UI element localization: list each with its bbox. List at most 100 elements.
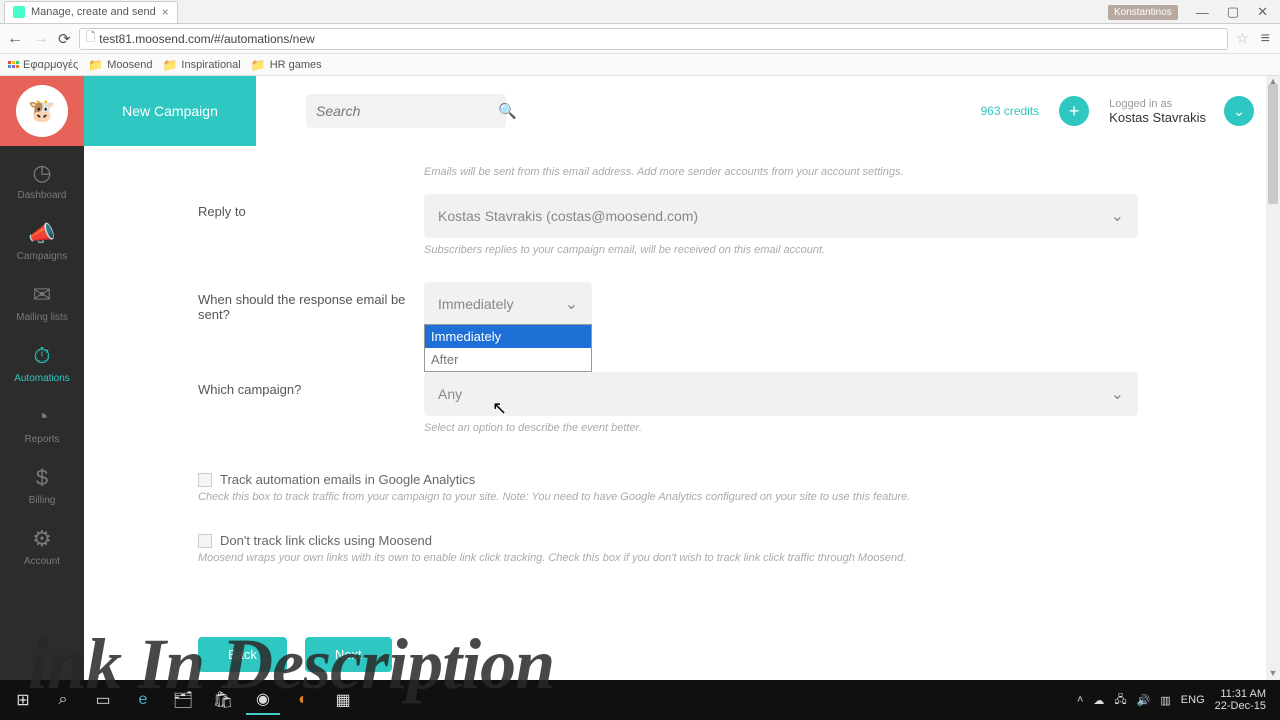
when-option-after[interactable]: After xyxy=(425,348,591,371)
notifications-icon[interactable]: ▥ xyxy=(1160,694,1170,707)
sidebar-item-label: Dashboard xyxy=(0,190,84,201)
window-minimize-icon[interactable]: — xyxy=(1196,5,1209,20)
when-dropdown: Immediately After xyxy=(424,324,592,372)
ga-checkbox[interactable] xyxy=(198,473,212,487)
reply-to-value: Kostas Stavrakis (costas@moosend.com) xyxy=(438,208,698,224)
folder-icon: 📁 xyxy=(251,58,266,72)
dollar-icon: $ xyxy=(0,465,84,491)
reload-icon[interactable]: ⟳ xyxy=(58,30,71,48)
search-input[interactable] xyxy=(316,103,498,119)
clock-icon: ◔ xyxy=(0,404,84,430)
dont-track-help: Moosend wraps your own links with its ow… xyxy=(198,552,1250,564)
content-area: Emails will be sent from this email addr… xyxy=(168,146,1280,680)
sidebar-item-label: Mailing lists xyxy=(0,312,84,323)
page-icon: 🗋 xyxy=(86,28,96,49)
window-maximize-icon[interactable]: ▢ xyxy=(1227,4,1239,20)
sidebar: 🐮 ◷ Dashboard 📣Campaigns ✉ Mailing lists ⏱… xyxy=(0,76,84,680)
tab-close-icon[interactable]: × xyxy=(162,5,169,19)
ga-help: Check this box to track traffic from you… xyxy=(198,491,1250,503)
volume-icon[interactable]: 🔊 xyxy=(1137,694,1151,707)
browser-menu-icon[interactable]: ≡ xyxy=(1257,30,1274,48)
bookmark-star-icon[interactable]: ☆ xyxy=(1236,30,1249,47)
bookmark-moosend[interactable]: 📁Moosend xyxy=(88,58,152,72)
explorer-icon[interactable]: 🗂 xyxy=(166,685,200,715)
sidebar-item-campaigns[interactable]: 📣Campaigns xyxy=(0,207,84,268)
sidebar-item-mailing-lists[interactable]: ✉ Mailing lists xyxy=(0,268,84,329)
apps-button[interactable]: Εφαρμογές xyxy=(8,59,78,71)
sidebar-item-billing[interactable]: $ Billing xyxy=(0,451,84,512)
chevron-down-icon: ⌄ xyxy=(565,294,578,314)
new-campaign-button[interactable]: New Campaign xyxy=(84,76,256,146)
back-icon[interactable]: ← xyxy=(6,30,24,48)
forward-icon: → xyxy=(32,30,50,48)
browser-toolbar: ← → ⟳ 🗋 test81.moosend.com/#/automations… xyxy=(0,24,1280,54)
dont-track-label: Don't track link clicks using Moosend xyxy=(220,533,432,548)
reply-to-select[interactable]: Kostas Stavrakis (costas@moosend.com) ⌄ xyxy=(424,194,1138,238)
when-label: When should the response email be sent? xyxy=(198,282,424,322)
tray-up-icon[interactable]: ˄ xyxy=(1077,694,1083,706)
onedrive-icon[interactable]: ☁ xyxy=(1093,694,1104,707)
search-icon[interactable]: 🔍 xyxy=(498,102,517,120)
edge-icon[interactable]: e xyxy=(126,685,160,715)
sidebar-item-automations[interactable]: ⏱Automations xyxy=(0,329,84,390)
chevron-down-icon: ⌄ xyxy=(1111,206,1124,226)
bookmark-inspirational[interactable]: 📁Inspirational xyxy=(162,58,240,72)
search-box[interactable]: 🔍 xyxy=(306,94,506,128)
address-bar[interactable]: 🗋 test81.moosend.com/#/automations/new xyxy=(79,28,1229,50)
apps-label: Εφαρμογές xyxy=(23,59,78,71)
sidebar-item-account[interactable]: ⚙ Account xyxy=(0,512,84,573)
ga-label: Track automation emails in Google Analyt… xyxy=(220,472,475,487)
bookmark-bar: Εφαρμογές 📁Moosend 📁Inspirational 📁HR ga… xyxy=(0,54,1280,76)
sidebar-item-dashboard[interactable]: ◷ Dashboard xyxy=(0,146,84,207)
folder-icon: 📁 xyxy=(88,58,103,72)
sidebar-item-label: Billing xyxy=(0,495,84,506)
chrome-icon[interactable]: ◉ xyxy=(246,685,280,715)
clock[interactable]: 11:31 AM 22-Dec-15 xyxy=(1215,688,1266,712)
language-indicator[interactable]: ENG xyxy=(1181,694,1205,706)
back-button[interactable]: Back xyxy=(198,637,287,672)
window-close-icon[interactable]: ✕ xyxy=(1257,4,1268,20)
chevron-down-icon: ⌄ xyxy=(1111,384,1124,404)
firefox-icon[interactable]: ◐ xyxy=(286,685,320,715)
sidebar-item-label: Automations xyxy=(0,373,84,384)
when-option-immediately[interactable]: Immediately xyxy=(425,325,591,348)
network-icon[interactable]: 🖧 xyxy=(1114,691,1126,710)
start-button[interactable]: ⊞ xyxy=(6,685,40,715)
tab-favicon xyxy=(13,6,25,18)
when-value: Immediately xyxy=(438,296,513,312)
campaign-select[interactable]: Any ⌄ xyxy=(424,372,1138,416)
date-text: 22-Dec-15 xyxy=(1215,700,1266,712)
search-taskbar-icon[interactable]: ⌕ xyxy=(46,685,80,715)
browser-tab[interactable]: Manage, create and send × xyxy=(4,1,178,23)
add-button[interactable]: + xyxy=(1059,96,1089,126)
sidebar-item-reports[interactable]: ◔Reports xyxy=(0,390,84,451)
bookmark-label: Inspirational xyxy=(181,59,240,71)
logo[interactable]: 🐮 xyxy=(0,76,84,146)
user-dropdown-icon[interactable]: ⌄ xyxy=(1224,96,1254,126)
envelope-icon: ✉ xyxy=(0,282,84,308)
logo-icon: 🐮 xyxy=(16,85,68,137)
campaign-value: Any xyxy=(438,386,462,402)
reply-to-help: Subscribers replies to your campaign ema… xyxy=(424,244,1138,256)
when-select[interactable]: Immediately ⌄ xyxy=(424,282,592,326)
credits-label[interactable]: 963 credits xyxy=(980,104,1039,118)
reply-to-label: Reply to xyxy=(198,194,424,219)
gauge-icon: ◷ xyxy=(0,160,84,186)
topbar: New Campaign 🔍 963 credits + Logged in a… xyxy=(84,76,1268,146)
chrome-user-badge[interactable]: Konstantinos xyxy=(1108,5,1178,20)
next-button[interactable]: Next xyxy=(305,637,392,672)
dont-track-checkbox[interactable] xyxy=(198,534,212,548)
app-icon[interactable]: ▦ xyxy=(326,685,360,715)
time-text: 11:31 AM xyxy=(1215,688,1266,700)
url-text: test81.moosend.com/#/automations/new xyxy=(99,32,314,46)
bookmark-label: HR games xyxy=(270,59,322,71)
sender-help-text: Emails will be sent from this email addr… xyxy=(424,166,1250,178)
user-menu[interactable]: Logged in as Kostas Stavrakis ⌄ xyxy=(1109,96,1254,126)
store-icon[interactable]: 🛍 xyxy=(206,685,240,715)
bookmark-hr-games[interactable]: 📁 HR games xyxy=(251,58,322,72)
gear-icon: ⚙ xyxy=(0,526,84,552)
sidebar-item-label: Account xyxy=(0,556,84,567)
windows-taskbar: ⊞ ⌕ ▭ e 🗂 🛍 ◉ ◐ ▦ ˄ ☁ 🖧 🔊 ▥ ENG 11:31 AM… xyxy=(0,680,1280,720)
app-root: ▲ ▼ 🐮 ◷Dashboard 📣Campaigns ✉Mailing lis… xyxy=(0,76,1280,680)
task-view-icon[interactable]: ▭ xyxy=(86,685,120,715)
